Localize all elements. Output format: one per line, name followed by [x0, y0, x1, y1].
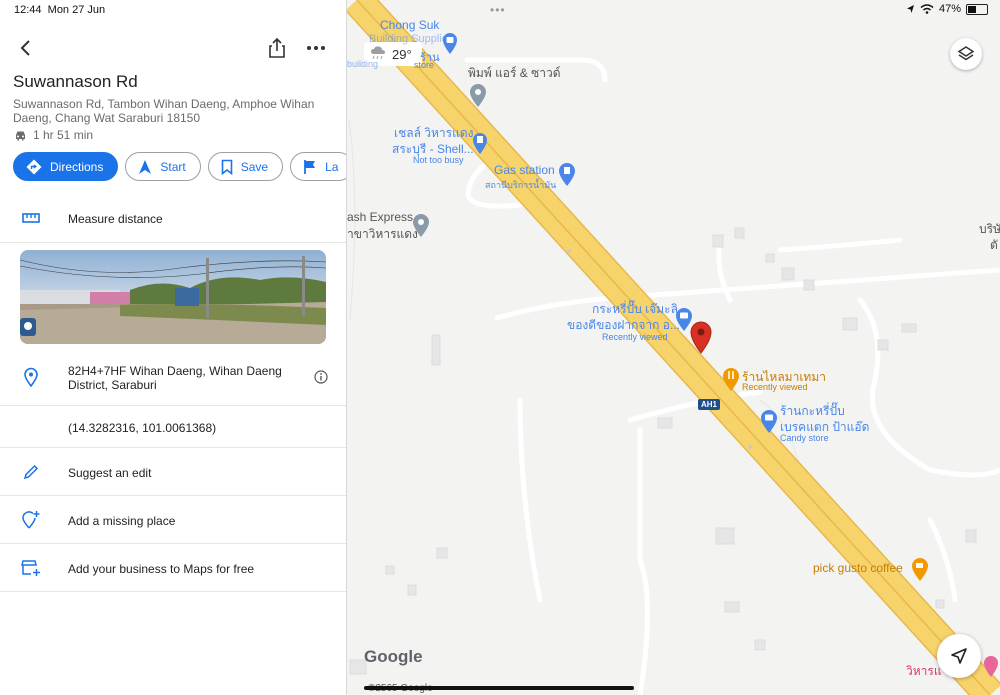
poi-label-gas-th: สถานีบริการน้ำมัน: [485, 180, 557, 190]
poi-label-thai-2: Recently viewed: [742, 382, 808, 392]
fuel-pin-icon[interactable]: [471, 131, 489, 160]
street-view-image: [20, 250, 326, 344]
coordinates-text: (14.3282316, 101.0061368): [68, 421, 217, 435]
location-arrow-icon: [906, 5, 914, 13]
poi-label-phimphon[interactable]: พิมพ์ แอร์ & ซาวด์: [468, 64, 561, 83]
poi-label-pick-gusto[interactable]: pick gusto coffee: [813, 561, 903, 575]
poi-label-candy-3: Candy store: [780, 433, 829, 443]
directions-label: Directions: [50, 159, 104, 174]
place-title: Suwannason Rd: [13, 72, 138, 91]
share-button[interactable]: [266, 37, 288, 59]
pink-pin-icon[interactable]: [982, 654, 1000, 683]
battery-icon: [966, 3, 988, 15]
street-view-photo[interactable]: [20, 250, 326, 344]
gas-pin-icon[interactable]: [557, 161, 577, 192]
more-horizontal-icon: [307, 46, 325, 50]
ruler-icon: [20, 207, 42, 229]
navigation-arrow-icon: [951, 648, 967, 664]
google-logo: Google: [364, 647, 423, 666]
route-shield-ah1: AH1: [698, 399, 721, 410]
poi-label-chong-suk-sub4: store: [414, 60, 435, 70]
pencil-icon: [20, 461, 42, 483]
status-time: 12:44: [14, 4, 42, 16]
drive-time-text: 1 hr 51 min: [33, 128, 94, 142]
share-icon: [269, 37, 285, 58]
battery-percentage: 47%: [938, 3, 961, 15]
plus-code-row[interactable]: 82H4+7HF Wihan Daeng, Wihan Daeng Distri…: [0, 356, 346, 405]
wifi-icon: [920, 4, 934, 14]
candy-store-pin-icon[interactable]: [759, 408, 779, 439]
label-label: La: [325, 159, 339, 174]
poi-label-gas[interactable]: Gas station: [494, 163, 555, 177]
place-pin-icon[interactable]: [468, 82, 488, 113]
back-button[interactable]: [14, 36, 38, 60]
location-pin-icon: [20, 366, 42, 388]
restaurant-pin-icon[interactable]: [721, 366, 741, 397]
add-missing-place-label: Add a missing place: [68, 514, 176, 528]
place-details-panel: 12:44 Mon 27 Jun Suwannason Rd Suwannaso…: [0, 0, 347, 695]
panel-divider: [0, 591, 346, 592]
add-business-icon: [20, 557, 42, 579]
coordinates-row[interactable]: (14.3282316, 101.0061368): [0, 405, 346, 448]
save-button[interactable]: Save: [207, 152, 284, 181]
measure-distance-row[interactable]: Measure distance: [0, 197, 346, 242]
flag-icon: [304, 159, 316, 174]
status-date: Mon 27 Jun: [47, 4, 106, 16]
drive-time: 1 hr 51 min: [14, 128, 93, 142]
start-button[interactable]: Start: [125, 152, 201, 181]
place-pin-icon-2[interactable]: [411, 212, 431, 243]
car-icon: [16, 131, 25, 140]
bookmark-icon: [221, 159, 233, 175]
photo-section: [0, 242, 346, 243]
add-business-label: Add your business to Maps for free: [68, 562, 255, 576]
chevron-left-icon: [20, 40, 30, 56]
poi-label-flash-2: าขาวิหารแดง: [347, 227, 418, 241]
shop-pin-icon[interactable]: [441, 31, 459, 60]
my-location-button[interactable]: [937, 634, 981, 678]
suggest-edit-row[interactable]: Suggest an edit: [0, 447, 346, 496]
layers-button[interactable]: [950, 38, 982, 70]
selected-location-pin-icon[interactable]: [689, 320, 713, 359]
navigation-icon: [139, 159, 152, 174]
weather-temperature: 29°: [392, 46, 412, 62]
directions-icon: [26, 159, 42, 174]
directions-button[interactable]: Directions: [13, 152, 119, 181]
poi-label-shell-3: Not too busy: [413, 155, 464, 165]
coffee-pin-icon[interactable]: [910, 556, 930, 587]
home-indicator: [364, 686, 634, 690]
add-missing-place-row[interactable]: Add a missing place: [0, 495, 346, 544]
label-button[interactable]: La: [290, 152, 346, 181]
start-label: Start: [160, 159, 186, 174]
poi-label-chong-suk-sub3: building: [347, 59, 379, 69]
poi-label-wihan[interactable]: วิหารแ: [906, 662, 942, 681]
add-business-row[interactable]: Add your business to Maps for free: [0, 543, 346, 592]
action-buttons: Directions Start Save La: [13, 152, 346, 181]
poi-label-right-2: ตั: [990, 238, 998, 252]
status-bar-right: 47%: [906, 3, 988, 15]
suggest-edit-label: Suggest an edit: [68, 466, 152, 480]
measure-distance-label: Measure distance: [68, 212, 163, 226]
add-location-icon: [20, 509, 42, 531]
plus-code-text: 82H4+7HF Wihan Daeng, Wihan Daeng Distri…: [68, 364, 282, 392]
poi-label-flash[interactable]: ash Express: [347, 210, 413, 224]
save-label: Save: [240, 159, 269, 174]
place-address: Suwannason Rd, Tambon Wihan Daeng, Ampho…: [13, 97, 315, 125]
multitask-dots[interactable]: •••: [490, 3, 506, 17]
poi-label-kraprip-3: Recently viewed: [602, 332, 668, 342]
poi-label-chong-suk[interactable]: Chong Suk: [380, 18, 439, 32]
layers-icon: [957, 46, 975, 61]
more-options-button[interactable]: [304, 37, 328, 59]
status-bar-left: 12:44 Mon 27 Jun: [14, 4, 105, 16]
info-icon[interactable]: [310, 366, 332, 388]
